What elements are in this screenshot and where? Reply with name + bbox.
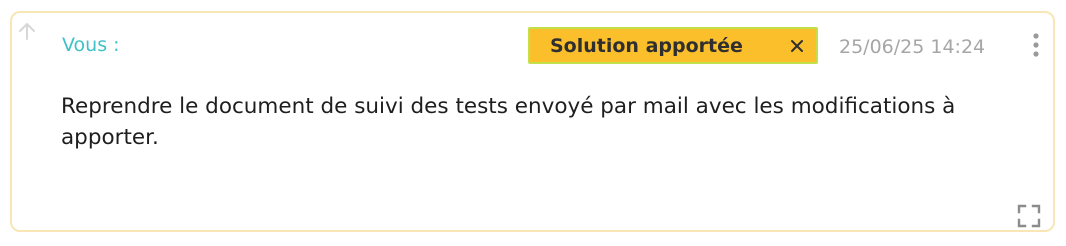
comment-timestamp: 25/06/25 14:24 [839,36,986,58]
expand-icon[interactable] [1017,204,1041,228]
comment-card: Vous : Solution apportée 25/06/25 14:24 … [10,11,1055,232]
more-vertical-icon[interactable] [1026,31,1046,59]
close-icon[interactable] [786,35,808,57]
comment-author: Vous : [62,34,120,56]
status-badge-label: Solution apportée [550,35,743,57]
status-badge: Solution apportée [528,27,818,64]
arrow-up-icon[interactable] [15,20,39,44]
comment-message: Reprendre le document de suivi des tests… [61,94,956,150]
